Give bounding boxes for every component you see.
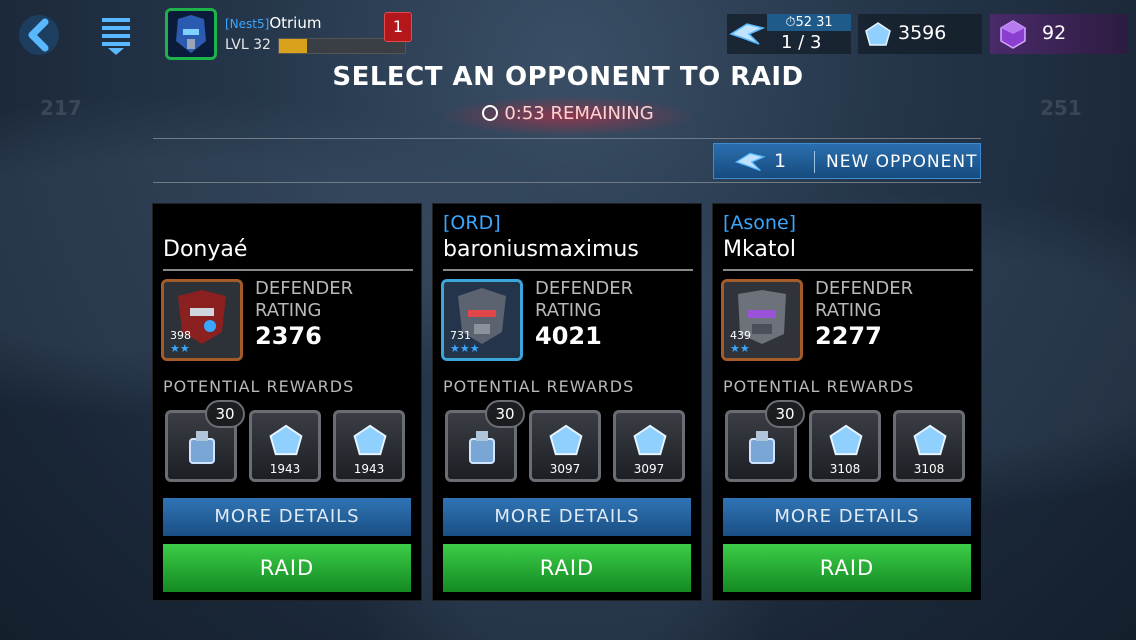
reward-count-badge: 30	[205, 400, 245, 428]
defender-rating-label: DEFENDER RATING	[255, 278, 354, 321]
bot-xp-icon	[189, 431, 215, 464]
crystal-icon	[829, 424, 863, 456]
reward-crystal-item[interactable]: 1943	[333, 410, 405, 482]
reward-count-badge: 30	[485, 400, 525, 428]
more-details-button[interactable]: MORE DETAILS	[443, 498, 691, 536]
energy-timer: ⏱52 31	[767, 14, 851, 31]
divider-bottom	[153, 182, 981, 183]
crystal-icon	[913, 424, 947, 456]
reward-crystal-item[interactable]: 3097	[613, 410, 685, 482]
opponent-tag: [Asone]	[723, 212, 797, 234]
energy-count: 1 / 3	[781, 32, 822, 53]
raid-button[interactable]: RAID	[723, 544, 971, 592]
bot-level: 398	[170, 329, 191, 342]
defender-rating-label: DEFENDER RATING	[535, 278, 634, 321]
reward-crystal-item[interactable]: 3108	[809, 410, 881, 482]
separator	[814, 151, 815, 173]
potential-rewards-label: POTENTIAL REWARDS	[163, 377, 355, 396]
page-title: SELECT AN OPPONENT TO RAID	[332, 62, 804, 92]
defender-portrait[interactable]: 439 ★★	[721, 279, 803, 361]
defender-portrait[interactable]: 731 ★★★	[441, 279, 523, 361]
opponent-tag: [ORD]	[443, 212, 501, 234]
player-name: [Nest5]Otrium	[225, 14, 321, 32]
defender-rating-value: 2376	[255, 322, 322, 350]
reward-value: 3097	[633, 462, 665, 476]
crystal-value: 3596	[898, 22, 947, 44]
star-rating: ★★	[730, 342, 750, 355]
xp-bar-fill	[279, 39, 307, 53]
optimus-avatar-icon	[168, 11, 214, 57]
reward-value: 1943	[353, 462, 385, 476]
time-remaining: 0:53 REMAINING	[0, 103, 1136, 124]
name-underline	[443, 269, 693, 271]
menu-button[interactable]	[92, 12, 140, 58]
reward-crystal-item[interactable]: 3097	[529, 410, 601, 482]
opponent-card: [Asone] Mkatol 439 ★★ DEFENDER RATING 22…	[712, 203, 982, 601]
chevron-left-icon	[19, 15, 59, 55]
raid-energy-box[interactable]: ⏱52 31 1 / 3	[727, 14, 851, 54]
raid-button[interactable]: RAID	[163, 544, 411, 592]
player-level: LVL 32	[225, 37, 271, 53]
crystal-icon	[865, 22, 891, 46]
reward-value: 1943	[269, 462, 301, 476]
crystal-icon	[633, 424, 667, 456]
purple-gem-icon	[1000, 20, 1026, 49]
time-remaining-text: 0:53 REMAINING	[504, 103, 654, 124]
reward-value: 3108	[829, 462, 861, 476]
more-details-button[interactable]: MORE DETAILS	[163, 498, 411, 536]
opponent-card: [ORD] baroniusmaximus 731 ★★★ DEFENDER R…	[432, 203, 702, 601]
new-opponent-cost: 1	[774, 150, 787, 172]
star-rating: ★★	[170, 342, 190, 355]
bot-xp-icon	[469, 431, 495, 464]
name-underline	[723, 269, 973, 271]
defender-portrait[interactable]: 398 ★★	[161, 279, 243, 361]
name-underline	[163, 269, 413, 271]
defender-rating-label: DEFENDER RATING	[815, 278, 914, 321]
menu-icon	[102, 18, 130, 55]
bot-level: 439	[730, 329, 751, 342]
divider-top	[153, 138, 981, 139]
new-opponent-button[interactable]: 1 NEW OPPONENT	[713, 143, 981, 179]
raid-token-icon	[734, 152, 766, 172]
reward-crystal-item[interactable]: 3108	[893, 410, 965, 482]
bot-level: 731	[450, 329, 471, 342]
defender-rating-value: 4021	[535, 322, 602, 350]
reward-value: 3108	[913, 462, 945, 476]
opponent-card: Donyaé 398 ★★ DEFENDER RATING 2376 POTEN…	[152, 203, 422, 601]
crystal-icon	[549, 424, 583, 456]
bot-xp-icon	[749, 431, 775, 464]
potential-rewards-label: POTENTIAL REWARDS	[723, 377, 915, 396]
raid-token-icon	[729, 23, 765, 45]
reward-value: 3097	[549, 462, 581, 476]
crystal-icon	[353, 424, 387, 456]
gem-counter[interactable]: 92	[990, 14, 1128, 54]
clock-icon	[482, 105, 499, 121]
raid-button[interactable]: RAID	[443, 544, 691, 592]
star-rating: ★★★	[450, 342, 480, 355]
notification-badge[interactable]: 1	[384, 12, 412, 42]
more-details-button[interactable]: MORE DETAILS	[723, 498, 971, 536]
player-alliance-tag: [Nest5]	[225, 17, 270, 31]
reward-crystal-item[interactable]: 1943	[249, 410, 321, 482]
reward-count-badge: 30	[765, 400, 805, 428]
defender-rating-value: 2277	[815, 322, 882, 350]
player-avatar[interactable]	[165, 8, 217, 60]
crystal-icon	[269, 424, 303, 456]
gem-value: 92	[1042, 22, 1067, 44]
energy-timer-text: 52 31	[795, 15, 833, 30]
opponent-name: baroniusmaximus	[443, 237, 639, 262]
new-opponent-label: NEW OPPONENT	[826, 152, 978, 172]
opponent-name: Mkatol	[723, 237, 797, 262]
player-name-text: Otrium	[269, 14, 322, 32]
potential-rewards-label: POTENTIAL REWARDS	[443, 377, 635, 396]
back-button[interactable]	[16, 12, 62, 58]
crystal-counter[interactable]: 3596	[858, 14, 982, 54]
opponent-name: Donyaé	[163, 237, 248, 262]
